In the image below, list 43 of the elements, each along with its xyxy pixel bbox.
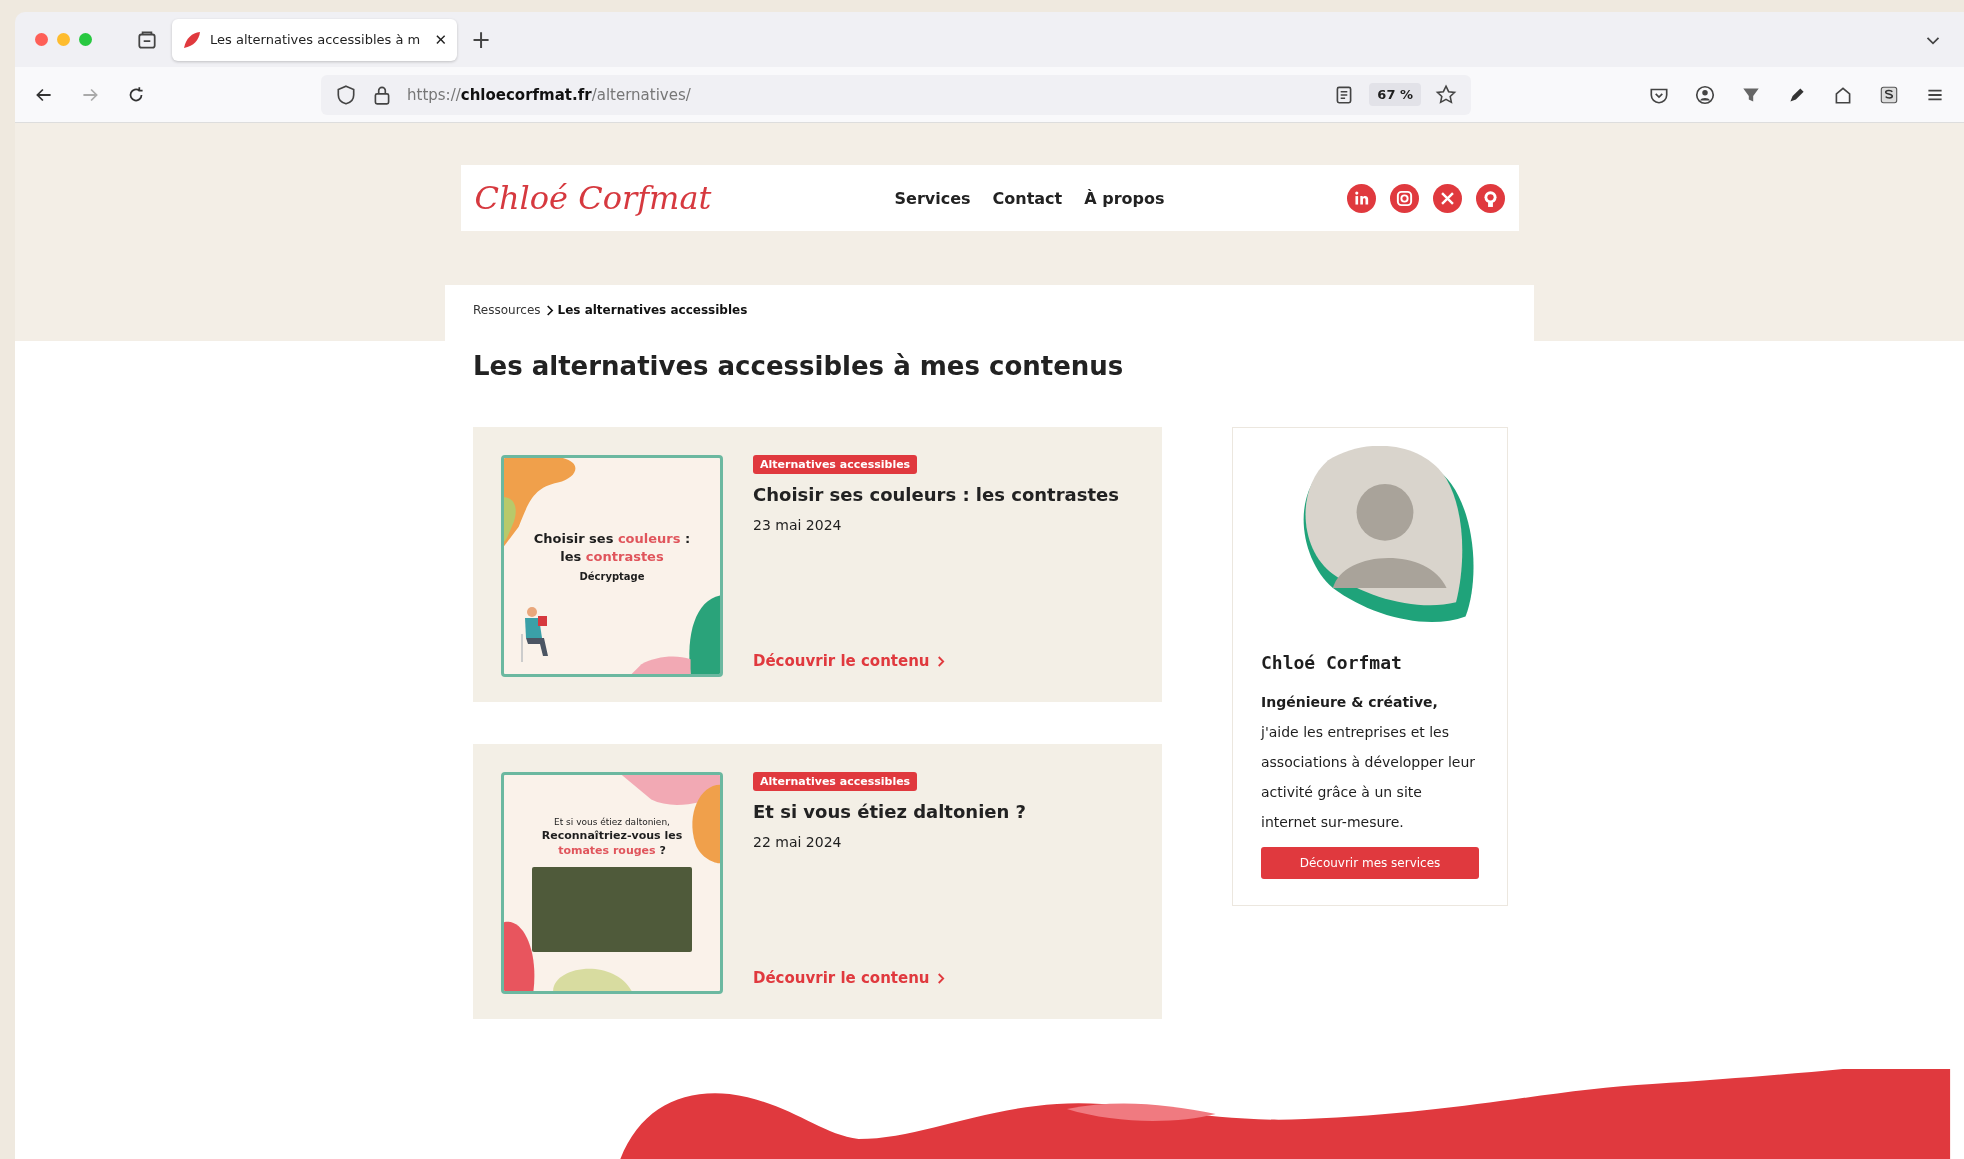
article-thumbnail[interactable]: Choisir ses couleurs : les contrastes Décryptage [501,455,723,677]
breadcrumb-link[interactable]: Les alternatives accessibles [557,303,748,317]
chevron-right-icon [935,654,945,668]
address-bar[interactable]: https://chloecorfmat.fr/alternatives/ 67 % [321,74,1471,115]
account-icon[interactable] [1694,83,1716,106]
chevron-right-icon [544,304,554,316]
browser-tab[interactable]: Les alternatives accessibles à m ✕ [172,18,457,61]
tab-list-icon[interactable] [136,28,158,51]
page-title: Les alternatives accessibles à mes contenus [473,351,1125,381]
thumbnail-heading: Reconnaîtriez-vous les tomates rouges ? [541,829,683,859]
url-text: https://chloecorfmat.fr/alternatives/ [407,85,691,104]
article-date: 22 mai 2024 [753,834,842,850]
profile-bio: Ingénieure & créative, j'aide les entreprises et les associations à développer leur activité grâce à un site internet sur-mesure. [1261,693,1477,832]
nav-link[interactable]: Services [894,188,971,208]
discover-link[interactable]: Découvrir le contenu [753,652,930,670]
x-icon[interactable] [1432,183,1462,213]
zoom-level-button[interactable]: 67 % [1369,83,1421,106]
linkedin-icon[interactable] [1346,183,1376,213]
article-date: 23 mai 2024 [753,517,842,533]
breadcrumb-link[interactable]: Ressources [473,303,541,317]
nav-link[interactable]: Contact [992,188,1063,208]
nav-link[interactable]: À propos [1084,188,1165,208]
tab-title: Les alternatives accessibles à m [210,32,422,47]
tab-close-button[interactable]: ✕ [434,30,447,49]
close-window-control[interactable] [35,33,48,46]
article-title[interactable]: Choisir ses couleurs : les contrastes [753,484,1119,505]
bookmark-star-icon[interactable] [1435,83,1457,106]
services-button[interactable]: Découvrir mes services [1261,847,1479,879]
discover-link[interactable]: Découvrir le contenu [753,969,930,987]
thumbnail-caption: Décryptage [579,571,645,583]
chevron-right-icon [935,971,945,985]
article-title[interactable]: Et si vous étiez daltonien ? [753,801,1027,822]
category-tag: Alternatives accessibles [753,772,918,791]
thumbnail-intro: Et si vous étiez daltonien, [554,817,670,827]
leaf-icon [182,29,202,50]
shield-icon[interactable] [335,83,357,106]
instagram-icon[interactable] [1389,183,1419,213]
profile-name: Chloé Corfmat [1261,652,1403,673]
thumbnail-heading: Choisir ses couleurs : les contrastes [533,530,691,566]
new-tab-button[interactable]: + [471,25,492,54]
category-tag: Alternatives accessibles [753,455,918,474]
site-logo[interactable]: Chloé Corfmat [474,179,895,217]
article-thumbnail[interactable]: Et si vous étiez daltonien, Reconnaîtriez-vous les tomates rouges ? [501,772,723,994]
